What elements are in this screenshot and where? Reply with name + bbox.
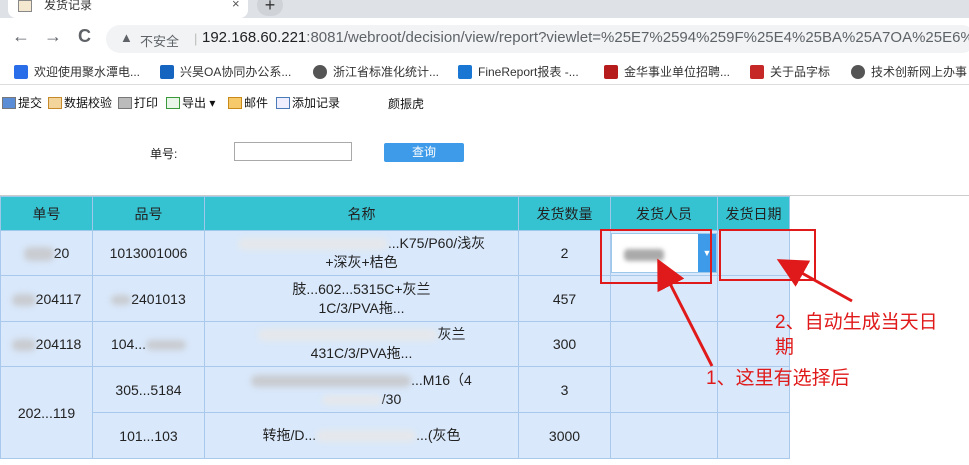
annotation-text: 期 xyxy=(775,337,795,358)
annotation-arrows xyxy=(657,258,853,367)
arrow-to-shipper-icon xyxy=(657,258,714,367)
annotation-note-1: 1、这里有选择后 xyxy=(706,368,850,389)
annotation-note-2: 2、自动生成当天日 期 xyxy=(775,310,938,360)
annotation-text: 2、自动生成当天日 xyxy=(775,312,938,333)
arrow-to-date-icon xyxy=(776,259,853,303)
